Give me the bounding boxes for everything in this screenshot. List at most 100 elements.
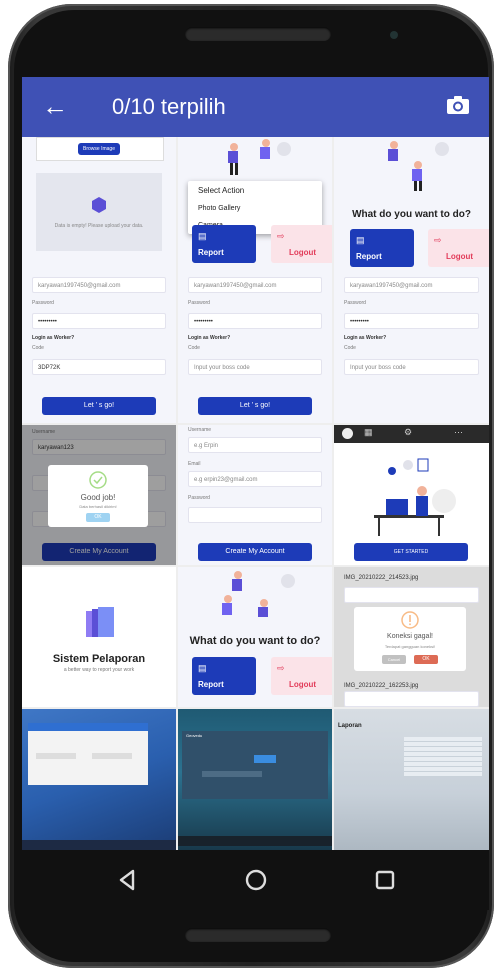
code-field[interactable]: 3DP72K	[32, 359, 166, 375]
app-subtitle: a better way to report your work	[63, 667, 135, 673]
window-screenshot	[28, 723, 148, 785]
ok-button[interactable]: OK	[414, 655, 438, 664]
more-icon[interactable]: ⋯	[454, 427, 463, 438]
password-label: Password	[188, 495, 210, 501]
code-field[interactable]: Input your boss code	[344, 359, 479, 375]
dialog-text: Data berhasil dikirim!	[79, 504, 117, 509]
password-label: Password	[344, 300, 366, 306]
warning-icon	[401, 611, 419, 629]
file-name: IMG_20210222_162253.jpg	[344, 683, 419, 689]
photo-thumbnail[interactable]: Username karyawan123 Create My Account G…	[22, 425, 176, 565]
window-button	[202, 771, 262, 777]
email-field[interactable]: e.g erpin23@gmail.com	[188, 471, 322, 487]
bottom-speaker	[185, 928, 331, 942]
password-field[interactable]: •••••••••	[188, 313, 322, 329]
report-tile[interactable]: ▤ Report	[192, 657, 256, 695]
email-field[interactable]: karyawan1997450@gmail.com	[188, 277, 322, 293]
document-stack-icon	[86, 607, 114, 637]
logout-icon: ⇨	[434, 235, 442, 245]
app-title: Sistem Pelaporan	[52, 653, 146, 665]
photo-thumbnail[interactable]: Username e.g Erpin Email e.g erpin23@gma…	[178, 425, 332, 565]
logout-tile[interactable]: ⇨ Logout	[271, 657, 332, 695]
dialog-text: Terdapat gangguan koneksi!	[384, 644, 436, 649]
close-icon[interactable]	[342, 428, 353, 439]
photo-thumbnail[interactable]: Browse Image Data is empty! Please uploa…	[22, 137, 176, 423]
lets-go-button[interactable]: Let ' s go!	[198, 397, 312, 415]
password-label: Password	[32, 300, 54, 306]
code-field[interactable]: Input your boss code	[188, 359, 322, 375]
what-do-you-want-heading: What do you want to do?	[352, 209, 471, 220]
email-field[interactable]: karyawan1997450@gmail.com	[32, 277, 166, 293]
code-label: Code	[188, 345, 200, 351]
photo-thumbnail[interactable]: Select Action Photo Gallery Camera ▤ Rep…	[178, 137, 332, 423]
cancel-button[interactable]: Cancel	[382, 655, 406, 664]
report-label: Report	[198, 680, 224, 689]
logout-tile[interactable]: ⇨ Logout	[271, 225, 332, 263]
photo-grid: Browse Image Data is empty! Please uploa…	[22, 137, 489, 850]
front-camera	[390, 31, 398, 39]
report-label: Report	[198, 248, 224, 257]
arrow-left-icon[interactable]: ←	[42, 91, 68, 121]
username-field[interactable]: e.g Erpin	[188, 437, 322, 453]
description-field[interactable]	[344, 587, 479, 603]
password-field[interactable]: •••••••••	[32, 313, 166, 329]
login-as-worker-label: Login as Worker?	[344, 335, 387, 341]
window-button	[254, 755, 276, 763]
ok-button[interactable]: OK	[86, 513, 110, 522]
create-account-button[interactable]: Create My Account	[198, 543, 312, 561]
data-table	[404, 737, 482, 777]
logout-label: Logout	[289, 680, 317, 689]
square-recents-icon[interactable]	[372, 867, 398, 893]
dialog-title: Good job!	[80, 493, 116, 502]
login-as-worker-label: Login as Worker?	[188, 335, 231, 341]
photo-thumbnail[interactable]	[22, 709, 176, 850]
browse-image-button[interactable]: Browse Image	[78, 143, 120, 155]
empty-data-text: Data is empty! Please upload your data.	[54, 223, 144, 229]
empty-data-panel: Data is empty! Please upload your data.	[36, 173, 162, 251]
photo-thumbnail[interactable]: IMG_20210222_214523.jpg Koneksi gagal! T…	[334, 567, 489, 707]
box-icon	[92, 197, 106, 213]
settings-icon[interactable]: ⚙	[404, 427, 412, 438]
circle-home-icon[interactable]	[243, 867, 269, 893]
menu-title: Select Action	[198, 186, 245, 195]
taskbar	[178, 836, 332, 846]
photo-thumbnail[interactable]: ▦ ⚙ ⋯ GET STARTED	[334, 425, 489, 565]
report-tile[interactable]: ▤ Report	[192, 225, 256, 263]
email-field[interactable]: karyawan1997450@gmail.com	[344, 277, 479, 293]
photo-thumbnail[interactable]: Sistem Pelaporan a better way to report …	[22, 567, 176, 707]
photo-thumbnail[interactable]: Geovedu	[178, 709, 332, 850]
logout-tile[interactable]: ⇨ Logout	[428, 229, 489, 267]
earpiece-speaker	[185, 27, 331, 41]
dialog-title: Geovedu	[186, 733, 203, 738]
window-title-bar	[28, 723, 148, 731]
camera-icon[interactable]	[446, 95, 470, 115]
monitor-photo: Geovedu	[178, 709, 332, 850]
file-name: IMG_20210222_214523.jpg	[344, 575, 419, 581]
password-label: Password	[188, 300, 210, 306]
login-as-worker-label: Login as Worker?	[32, 335, 75, 341]
people-illustration	[388, 141, 449, 191]
app-bar: ← 0/10 terpilih	[22, 77, 489, 137]
get-started-button[interactable]: GET STARTED	[354, 543, 468, 561]
photo-thumbnail[interactable]: What do you want to do? ▤ Report ⇨ Logou…	[334, 137, 489, 423]
password-field[interactable]	[188, 507, 322, 523]
success-dialog: Good job! Data berhasil dikirim! OK	[48, 465, 148, 527]
password-field[interactable]: •••••••••	[344, 313, 479, 329]
tool-icon[interactable]: ▦	[364, 427, 373, 438]
report-tile[interactable]: ▤ Report	[350, 229, 414, 267]
menu-item-photo-gallery[interactable]: Photo Gallery	[188, 200, 322, 217]
report-label: Report	[356, 252, 382, 261]
photo-thumbnail[interactable]: Laporan	[334, 709, 489, 850]
photo-thumbnail[interactable]: What do you want to do? ▤ Report ⇨ Logou…	[178, 567, 332, 707]
camera-toolbar: ▦ ⚙ ⋯	[334, 425, 489, 443]
page-title: Laporan	[338, 723, 362, 729]
taskbar	[22, 840, 176, 850]
description-field[interactable]	[344, 691, 479, 707]
triangle-back-icon[interactable]	[114, 867, 140, 893]
monitor-photo: Laporan	[334, 709, 489, 850]
people-illustration	[222, 571, 295, 617]
screen: ← 0/10 terpilih Browse Image Data is emp…	[22, 77, 489, 910]
lets-go-button[interactable]: Let ' s go!	[42, 397, 156, 415]
code-label: Code	[32, 345, 44, 351]
code-label: Code	[344, 345, 356, 351]
